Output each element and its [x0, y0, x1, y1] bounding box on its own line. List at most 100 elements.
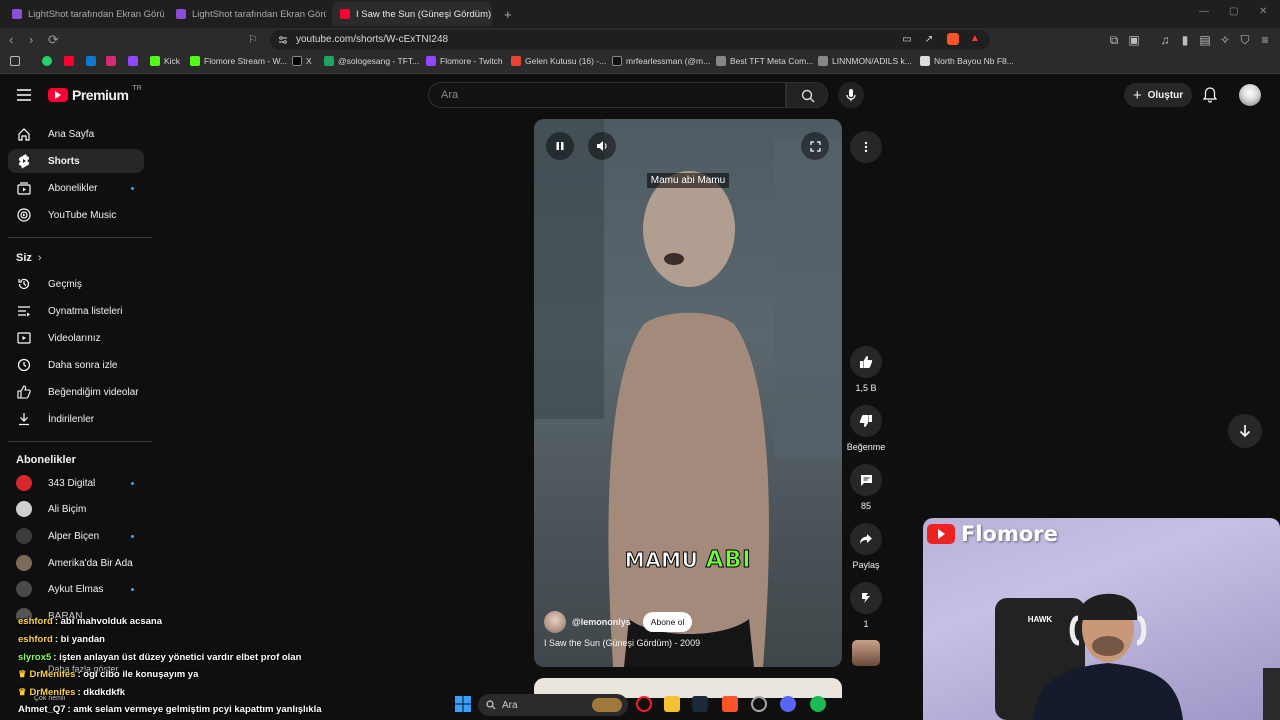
sidebar-item-youtube-music[interactable]: YouTube Music — [8, 203, 144, 227]
search-button[interactable] — [786, 82, 828, 108]
fullscreen-button[interactable] — [801, 132, 829, 160]
create-button[interactable]: + Oluştur — [1124, 83, 1192, 107]
more-options-button[interactable] — [850, 131, 882, 163]
bookmark-tft-meta[interactable]: Best TFT Meta Com... — [716, 56, 813, 66]
menu-icon[interactable]: ≡ — [1258, 33, 1272, 47]
bookmark-north-bayou[interactable]: North Bayou Nb F8... — [920, 56, 1014, 66]
youtube-premium-logo[interactable]: Premium TR — [48, 85, 142, 103]
bookmark-sologesang[interactable]: @sologesang - TFT... — [324, 56, 419, 66]
search-icon — [801, 89, 815, 103]
youtube-icon — [340, 9, 350, 19]
extensions-icon[interactable]: ⧉ — [1107, 33, 1121, 47]
forward-icon[interactable]: › — [29, 32, 33, 47]
taskbar-search[interactable]: Ara — [478, 694, 628, 716]
whatsapp-bookmark[interactable] — [42, 56, 52, 66]
comments-button[interactable] — [850, 464, 882, 496]
file-explorer-icon[interactable] — [664, 696, 680, 712]
like-button[interactable] — [850, 346, 882, 378]
outlook-bookmark[interactable] — [86, 56, 96, 66]
instagram-bookmark[interactable] — [106, 56, 116, 66]
app-icon[interactable] — [751, 696, 767, 712]
bookmark-kick[interactable]: Kick — [150, 56, 180, 66]
media-icon[interactable]: ♫ — [1158, 33, 1172, 47]
cast-icon[interactable]: ▭ — [900, 33, 914, 47]
video-title[interactable]: I Saw the Sun (Güneşi Gördüm) - 2009 — [544, 638, 700, 648]
next-short-button[interactable] — [1228, 414, 1262, 448]
share-button[interactable] — [850, 523, 882, 555]
new-tab-button[interactable]: + — [496, 2, 516, 26]
wallet-icon[interactable]: ▤ — [1198, 33, 1212, 47]
sidebar-item-label: Geçmiş — [48, 278, 82, 290]
tab-youtube-shorts[interactable]: I Saw the Sun (Güneşi Gördüm) ✕ — [332, 2, 492, 26]
remix-button[interactable] — [850, 582, 882, 614]
shorts-video-player[interactable]: Mamu abi Mamu MAMU ABI @lemononlys Abone… — [534, 119, 842, 667]
subscribe-button[interactable]: Abone ol — [642, 612, 693, 632]
sidebar-sub-ali-bicim[interactable]: Ali Biçim — [8, 497, 144, 521]
site-info-icon[interactable] — [278, 35, 288, 45]
hamburger-menu-icon[interactable] — [16, 88, 32, 102]
comments-action[interactable]: 85 — [844, 464, 888, 511]
account-avatar[interactable] — [1239, 84, 1261, 106]
leo-ai-icon[interactable]: ✧ — [1218, 33, 1232, 47]
bookmark-gmail[interactable]: Gelen Kutusu (16) -... — [511, 56, 606, 66]
sidebar-item-shorts[interactable]: Shorts — [8, 149, 144, 173]
share-action[interactable]: Paylaş — [844, 523, 888, 570]
notifications-bell-icon[interactable] — [1203, 87, 1217, 103]
share-page-icon[interactable]: ↗ — [922, 33, 936, 47]
volume-button[interactable] — [588, 132, 616, 160]
sidebar-sub-aykut-elmas[interactable]: Aykut Elmas — [8, 577, 144, 601]
spotify-icon[interactable] — [810, 696, 826, 712]
minimize-icon[interactable]: — — [1199, 6, 1209, 17]
sound-thumbnail[interactable] — [852, 640, 880, 666]
search-input[interactable]: Ara — [428, 82, 786, 108]
steam-icon[interactable] — [692, 696, 708, 712]
brave-icon[interactable] — [722, 696, 738, 712]
home-icon — [16, 126, 32, 142]
windows-start-icon[interactable] — [455, 696, 471, 712]
reload-icon[interactable]: ⟳ — [48, 32, 59, 48]
sidebar-item-history[interactable]: Geçmiş — [8, 272, 144, 296]
sidebar-item-playlists[interactable]: Oynatma listeleri — [8, 299, 144, 323]
section-you-heading[interactable]: Siz › — [16, 252, 42, 264]
brave-shield-icon[interactable] — [947, 33, 959, 45]
sidebar-item-subscriptions[interactable]: Abonelikler — [8, 176, 144, 200]
tab-lightshot-2[interactable]: LightShot tarafından Ekran Görüntüsü — [168, 2, 326, 26]
twitch-bookmark[interactable] — [128, 56, 138, 66]
bookmark-icon[interactable]: ⚐ — [248, 33, 258, 46]
sidebar-sub-amerikada-bir-ada[interactable]: Amerika'da Bir Ada — [8, 551, 144, 575]
dislike-action[interactable]: Beğenme — [844, 405, 888, 452]
sidebar-item-watch-later[interactable]: Daha sonra izle — [8, 353, 144, 377]
vpn-icon[interactable]: ⛉ — [1238, 33, 1252, 47]
opera-icon[interactable] — [636, 696, 652, 712]
sidebar-item-downloads[interactable]: İndirilenler — [8, 407, 144, 431]
sidebar-item-home[interactable]: Ana Sayfa — [8, 122, 144, 146]
sidebar-item-liked-videos[interactable]: Beğendiğim videolar — [8, 380, 144, 404]
like-action[interactable]: 1,5 B — [844, 346, 888, 393]
sidebar-item-your-videos[interactable]: Videolarınız — [8, 326, 144, 350]
maximize-icon[interactable]: ▢ — [1229, 6, 1238, 17]
voice-search-button[interactable] — [838, 82, 864, 108]
remix-action[interactable]: 1 — [844, 582, 888, 629]
close-window-icon[interactable]: ✕ — [1259, 6, 1267, 17]
sidebar-sub-343-digital[interactable]: 343 Digital — [8, 471, 144, 495]
screenshot-icon[interactable]: ▣ — [1127, 33, 1141, 47]
sidebar-sub-alper-bicen[interactable]: Alper Biçen — [8, 524, 144, 548]
url-field[interactable]: youtube.com/shorts/W-cExTNI248 ▭ ↗ ▲ — [270, 30, 990, 50]
pause-button[interactable] — [546, 132, 574, 160]
channel-handle[interactable]: @lemononlys — [572, 617, 631, 627]
like-count: 1,5 B — [855, 383, 877, 393]
bookmark-ikea[interactable]: LINNMON/ADILS k... — [818, 56, 912, 66]
back-icon[interactable]: ‹ — [9, 32, 13, 47]
brave-rewards-icon[interactable]: ▲ — [968, 32, 982, 46]
tab-lightshot-1[interactable]: LightShot tarafından Ekran Görüntüsü — [4, 2, 164, 26]
youtube-bookmark[interactable] — [64, 56, 74, 66]
channel-avatar[interactable] — [544, 611, 566, 633]
sidebar-toggle-icon[interactable]: ▮ — [1178, 33, 1192, 47]
discord-icon[interactable] — [780, 696, 796, 712]
bookmark-tiktok[interactable]: mrfearlessman (@m... — [612, 56, 710, 66]
bookmark-flomore-stream[interactable]: Flomore Stream - W... — [190, 56, 287, 66]
bookmark-flomore-twitch[interactable]: Flomore - Twitch — [426, 56, 503, 66]
dislike-button[interactable] — [850, 405, 882, 437]
apps-icon[interactable] — [10, 56, 20, 66]
bookmark-x[interactable]: X — [292, 56, 312, 66]
